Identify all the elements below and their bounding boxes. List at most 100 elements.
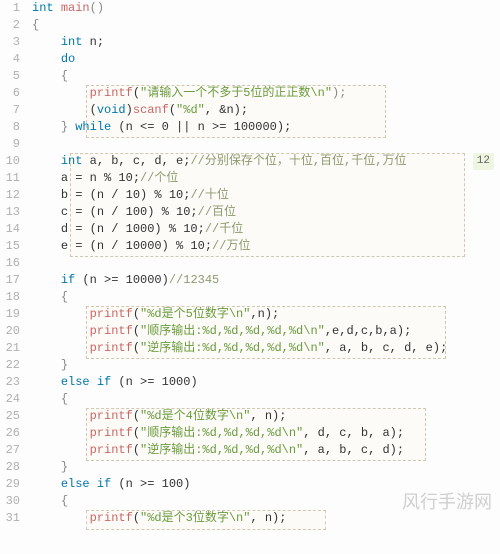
line-number: 4 [0,51,20,68]
code-line[interactable]: { [32,17,500,34]
code-line[interactable]: printf("顺序输出:%d,%d,%d,%d\n", d, c, b, a)… [32,425,500,442]
string-token: "%d是个4位数字\n" [140,409,250,423]
text-token: (n >= 100) [111,477,190,491]
line-number: 28 [0,459,20,476]
line-number-gutter: 1234567891011121314151617181920212223242… [0,0,28,527]
code-editor[interactable]: 1234567891011121314151617181920212223242… [0,0,500,527]
text-token: (n <= 0 || n >= 100000); [111,120,291,134]
function-token: printf [90,341,133,355]
string-token: "顺序输出:%d,%d,%d,%d,%d\n" [140,324,325,338]
text-token: b = (n / 10) % 10; [61,188,191,202]
line-number: 7 [0,102,20,119]
code-line[interactable]: int a, b, c, d, e;//分别保存个位，十位,百位,千位,万位 12 [32,153,500,170]
line-number: 2 [0,17,20,34]
line-number: 16 [0,255,20,272]
line-number: 29 [0,476,20,493]
string-token: "%d是个5位数字\n" [140,307,250,321]
keyword-token: void [97,103,126,117]
function-token: scanf [133,103,169,117]
code-line[interactable]: else if (n >= 1000) [32,374,500,391]
code-line[interactable]: { [32,493,500,510]
keyword-token: int [61,154,83,168]
text-token: ,n); [250,307,279,321]
text-token: , a, b, c, d, e); [325,341,447,355]
comment-token: //十位 [190,188,228,202]
code-line[interactable]: a = n % 10;//个位 [32,170,500,187]
keyword-token: else if [61,477,111,491]
code-line[interactable]: { [32,391,500,408]
code-line[interactable]: d = (n / 1000) % 10;//千位 [32,221,500,238]
text-token: , a, b, c, d); [303,443,404,457]
code-line[interactable]: (void)scanf("%d", &n); [32,102,500,119]
text-token: a = n % 10; [61,171,140,185]
text-token: , n); [250,409,286,423]
string-token: "%d" [176,103,205,117]
string-token: "逆序输出:%d,%d,%d,%d,%d\n" [140,341,325,355]
code-area[interactable]: int main() { int n; do { printf("请输入一个不多… [28,0,500,527]
code-line[interactable]: } while (n <= 0 || n >= 100000); [32,119,500,136]
code-line[interactable]: c = (n / 100) % 10;//百位 [32,204,500,221]
brace-token: { [61,290,68,304]
text-token: , n); [250,511,286,525]
line-number: 3 [0,34,20,51]
code-line[interactable] [32,136,500,153]
line-number: 10 [0,153,20,170]
code-line[interactable]: { [32,289,500,306]
text-token: , &n); [205,103,248,117]
line-number: 26 [0,425,20,442]
line-number: 1 [0,0,20,17]
text-token: , d, c, b, a); [303,426,404,440]
code-line[interactable]: b = (n / 10) % 10;//十位 [32,187,500,204]
line-badge: 12 [473,153,494,170]
code-line[interactable]: } [32,459,500,476]
keyword-token: do [61,52,75,66]
text-token: e = (n / 10000) % 10; [61,239,212,253]
code-line[interactable]: { [32,68,500,85]
line-number: 14 [0,221,20,238]
text-token: n; [82,35,104,49]
text-token: a, b, c, d, e; [82,154,190,168]
text-token: d = (n / 1000) % 10; [61,222,205,236]
function-token: printf [90,409,133,423]
code-line[interactable]: int n; [32,34,500,51]
function-token: main [61,1,90,15]
function-token: printf [90,324,133,338]
code-line[interactable]: printf("逆序输出:%d,%d,%d,%d\n", a, b, c, d)… [32,442,500,459]
text-token: (n >= 1000) [111,375,197,389]
string-token: "请输入一个不多于5位的正正数\n" [140,86,332,100]
keyword-token: if [61,273,75,287]
comment-token: //个位 [140,171,178,185]
code-line[interactable]: int main() [32,0,500,17]
string-token: "逆序输出:%d,%d,%d,%d\n" [140,443,303,457]
comment-token: //分别保存个位，十位,百位,千位,万位 [190,154,406,168]
line-number: 19 [0,306,20,323]
code-line[interactable]: e = (n / 10000) % 10;//万位 [32,238,500,255]
code-line[interactable]: if (n >= 10000)//12345 [32,272,500,289]
keyword-token: int [32,1,54,15]
line-number: 20 [0,323,20,340]
line-number: 5 [0,68,20,85]
text-token: c = (n / 100) % 10; [61,205,198,219]
line-number: 27 [0,442,20,459]
text-token: (n >= 10000) [75,273,169,287]
line-number: 21 [0,340,20,357]
code-line[interactable]: printf("请输入一个不多于5位的正正数\n"); [32,85,500,102]
code-line[interactable]: else if (n >= 100) [32,476,500,493]
code-line[interactable]: printf("%d是个3位数字\n", n); [32,510,500,527]
comment-token: //12345 [169,273,219,287]
function-token: printf [90,426,133,440]
code-line[interactable]: printf("%d是个4位数字\n", n); [32,408,500,425]
brace-token: { [61,494,68,508]
brace-token: } [61,460,68,474]
code-line[interactable]: do [32,51,500,68]
string-token: "顺序输出:%d,%d,%d,%d\n" [140,426,303,440]
line-number: 31 [0,510,20,527]
code-line[interactable]: } [32,357,500,374]
code-line[interactable]: printf("顺序输出:%d,%d,%d,%d,%d\n",e,d,c,b,a… [32,323,500,340]
line-number: 18 [0,289,20,306]
code-line[interactable] [32,255,500,272]
line-number: 23 [0,374,20,391]
keyword-token: int [61,35,83,49]
code-line[interactable]: printf("逆序输出:%d,%d,%d,%d,%d\n", a, b, c,… [32,340,500,357]
code-line[interactable]: printf("%d是个5位数字\n",n); [32,306,500,323]
